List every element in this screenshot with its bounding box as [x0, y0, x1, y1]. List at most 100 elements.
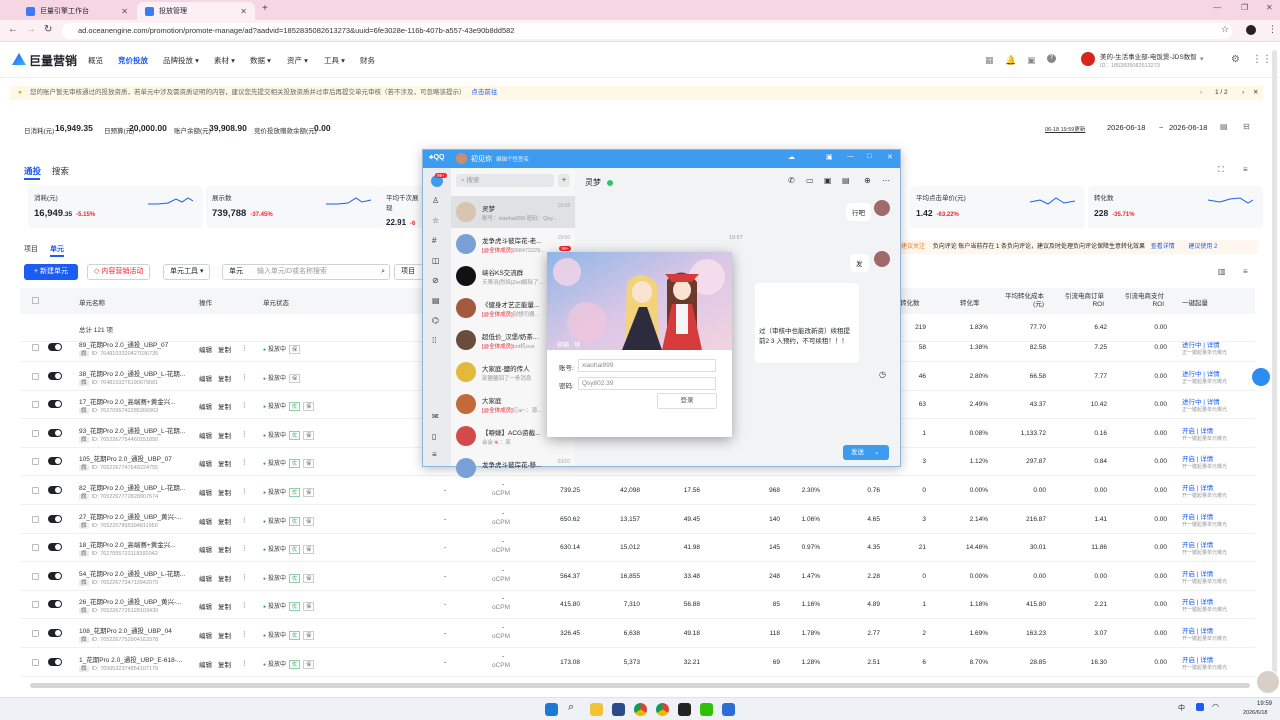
col-status[interactable]: 单元状态 [263, 297, 289, 307]
row-toggle[interactable] [48, 428, 62, 437]
browser-tab-active[interactable]: 投放管理 ✕ [137, 2, 255, 20]
boost-link[interactable]: 开启 | 详情 [1182, 625, 1213, 635]
copy-link[interactable]: 复制 [218, 659, 231, 669]
row-checkbox[interactable] [32, 572, 39, 580]
qq-signature[interactable]: 编辑个性签名 [496, 155, 529, 163]
boost-link[interactable]: 开启 | 详情 [1182, 654, 1213, 664]
lock-icon[interactable]: ⊟ [1243, 122, 1250, 131]
unit-name[interactable]: 38_花期Pro 2.0_通投_UBP_L-花期... [79, 368, 185, 378]
unit-name[interactable]: 82_花期Pro 2.0_通投_UBP_L-花期... [79, 482, 185, 492]
horizontal-scrollbar[interactable] [30, 683, 1250, 688]
gamepad-icon[interactable]: ⌬ [432, 316, 439, 325]
wifi-icon[interactable]: ◠ [1212, 702, 1219, 711]
grid-icon[interactable]: ▦ [985, 55, 994, 66]
row-toggle[interactable] [48, 400, 62, 409]
minimize-icon[interactable]: — [1213, 3, 1221, 12]
clock-time[interactable]: 19:59 [1257, 701, 1272, 707]
more-icon[interactable]: ⋯ [882, 176, 890, 185]
row-toggle[interactable] [48, 343, 62, 351]
message-icon[interactable]: ▣ [1027, 55, 1036, 66]
unit-name[interactable]: 54_花期Pro 2.0_通投_UBP_L-花期... [79, 568, 185, 578]
row-toggle[interactable] [48, 457, 62, 466]
chevron-down-icon[interactable]: ▾ [1200, 55, 1204, 63]
unit-name[interactable]: 105_花期Pro 2.0_通投_UBP_07 [79, 453, 172, 463]
login-button[interactable]: 登录 [657, 393, 717, 409]
contacts-icon[interactable]: ♙ [432, 196, 439, 205]
table-row[interactable]: 1_花期Pro 2.0_通投_UBP_E-618-... 旗 ID: 7650532… [20, 649, 1255, 677]
boost-link[interactable]: 开启 | 详情 [1182, 596, 1213, 606]
copy-link[interactable]: 复制 [218, 401, 231, 411]
table-row[interactable]: 18_花期Pro 2.0_高端赛+黄金兴... 旗 ID: 762705572311… [20, 534, 1255, 563]
edit-link[interactable]: 编辑 [199, 487, 212, 497]
metric-card-cpm[interactable]: 平均千次展现 22.91 -6 [380, 186, 425, 228]
conversation-item[interactable]: 灵梦 账号：xiaohai999 密码：Qsy... 19:58 [451, 196, 575, 228]
unit-name[interactable]: 1_花期Pro 2.0_通投_UBP_E-618-... [79, 654, 182, 664]
close-icon[interactable]: ✕ [121, 7, 128, 16]
boost-link[interactable]: 开启 | 详情 [1182, 511, 1213, 521]
chrome-icon[interactable] [634, 703, 647, 716]
star-icon[interactable]: ☆ [432, 216, 439, 225]
qq-icon[interactable] [722, 703, 735, 716]
settings-icon[interactable]: ≡ [1243, 165, 1248, 174]
unit-name[interactable]: 26_花期Pro 2.0_通投_UBP_黄兴-... [79, 596, 182, 606]
date-from[interactable]: 2026-06-18 [1107, 123, 1145, 132]
content-marketing-button[interactable]: ◇ 内容营销活动 [87, 264, 151, 280]
row-toggle[interactable] [48, 514, 62, 523]
more-menu-icon[interactable]: ⋮ [241, 344, 248, 352]
edit-link[interactable]: 编辑 [199, 601, 212, 611]
table-row[interactable]: 26_花期Pro 2.0_通投_UBP_黄兴-... 旗 ID: 765226772… [20, 591, 1255, 620]
boost-link[interactable]: 开启 | 详情 [1182, 539, 1213, 549]
copy-link[interactable]: 复制 [218, 516, 231, 526]
project-status-filter[interactable]: 项目状 [394, 264, 424, 280]
row-checkbox[interactable] [32, 372, 39, 380]
row-toggle[interactable] [48, 486, 62, 494]
nav-bidding[interactable]: 竞价投放 [118, 55, 148, 66]
file-explorer-icon[interactable] [590, 703, 603, 716]
doc-icon[interactable]: ▤ [432, 296, 440, 305]
menu-dots-icon[interactable]: ⋮ [1268, 24, 1277, 35]
bell-icon[interactable]: 🔔 [1005, 55, 1016, 66]
assistant-float-icon[interactable] [1250, 366, 1272, 388]
more-menu-icon[interactable]: ⋮ [241, 487, 248, 495]
calendar-icon[interactable]: ▤ [1220, 122, 1228, 131]
metric-card-cpc[interactable]: 平均点击单价(元) 1.42 -63.22% [910, 186, 1085, 228]
clock-icon[interactable]: ◷ [879, 370, 886, 379]
app-icon[interactable] [678, 703, 691, 716]
wechat-icon[interactable] [700, 703, 713, 716]
copy-link[interactable]: 复制 [218, 430, 231, 440]
conversation-item[interactable]: 龙争虎斗彼岸花-移... 03/10 [451, 452, 575, 484]
row-toggle[interactable] [48, 543, 62, 552]
row-checkbox[interactable] [32, 344, 39, 351]
search-icon[interactable]: ⌕ [568, 701, 574, 714]
notice-link[interactable]: 点击前往 [471, 89, 497, 96]
boost-link[interactable]: 开启 | 详情 [1182, 568, 1213, 578]
window-close-icon[interactable]: ✕ [1266, 3, 1273, 12]
calculator-icon[interactable] [612, 703, 625, 716]
edit-link[interactable]: 编辑 [199, 430, 212, 440]
apps-icon[interactable]: ⁞⁞ [432, 336, 436, 345]
new-unit-button[interactable]: + 新建单元 [24, 264, 78, 280]
search-box[interactable]: 单元 输入单元ID或名称搜索 ⌕ [222, 264, 390, 280]
row-checkbox[interactable] [32, 544, 39, 552]
unit-name[interactable]: 27_花期Pro 2.0_通投_UBP_黄兴-... [79, 511, 182, 521]
col-pay-roi[interactable]: 引流电商支付ROI [1120, 293, 1164, 309]
apps-icon[interactable]: ⋮⋮ [1252, 54, 1272, 65]
col-order-roi[interactable]: 引流电商订单ROI [1060, 293, 1104, 309]
more-menu-icon[interactable]: ⋮ [241, 601, 248, 609]
row-toggle[interactable] [48, 629, 62, 637]
metric-card-impressions[interactable]: 展示数 739,788 -37.45% [206, 186, 381, 228]
tab-search[interactable]: 搜索 [52, 165, 69, 177]
unit-name[interactable]: 93_花期Pro 2.0_通投_UBP_L-花期... [79, 425, 185, 435]
boost-link[interactable]: 进行中 | 详情 [1182, 339, 1220, 349]
start-icon[interactable] [545, 703, 558, 716]
maximize-icon[interactable]: ❐ [1241, 3, 1248, 12]
copy-link[interactable]: 复制 [218, 373, 231, 383]
unit-name[interactable]: 17_花期Pro 2.0_高端赛+黄金兴... [79, 396, 176, 406]
floating-avatar[interactable] [1256, 670, 1280, 694]
copy-link[interactable]: 复制 [218, 458, 231, 468]
minimize-icon[interactable]: — [847, 153, 854, 160]
table-row[interactable]: 82_花期Pro 2.0_通投_UBP_L-花期... 旗 ID: 76522677… [20, 477, 1255, 505]
search-icon[interactable]: ⌕ [381, 265, 385, 279]
nav-assets[interactable]: 资产 ▾ [287, 55, 308, 66]
col-conv-cost[interactable]: 平均转化成本(元) [1000, 293, 1044, 309]
